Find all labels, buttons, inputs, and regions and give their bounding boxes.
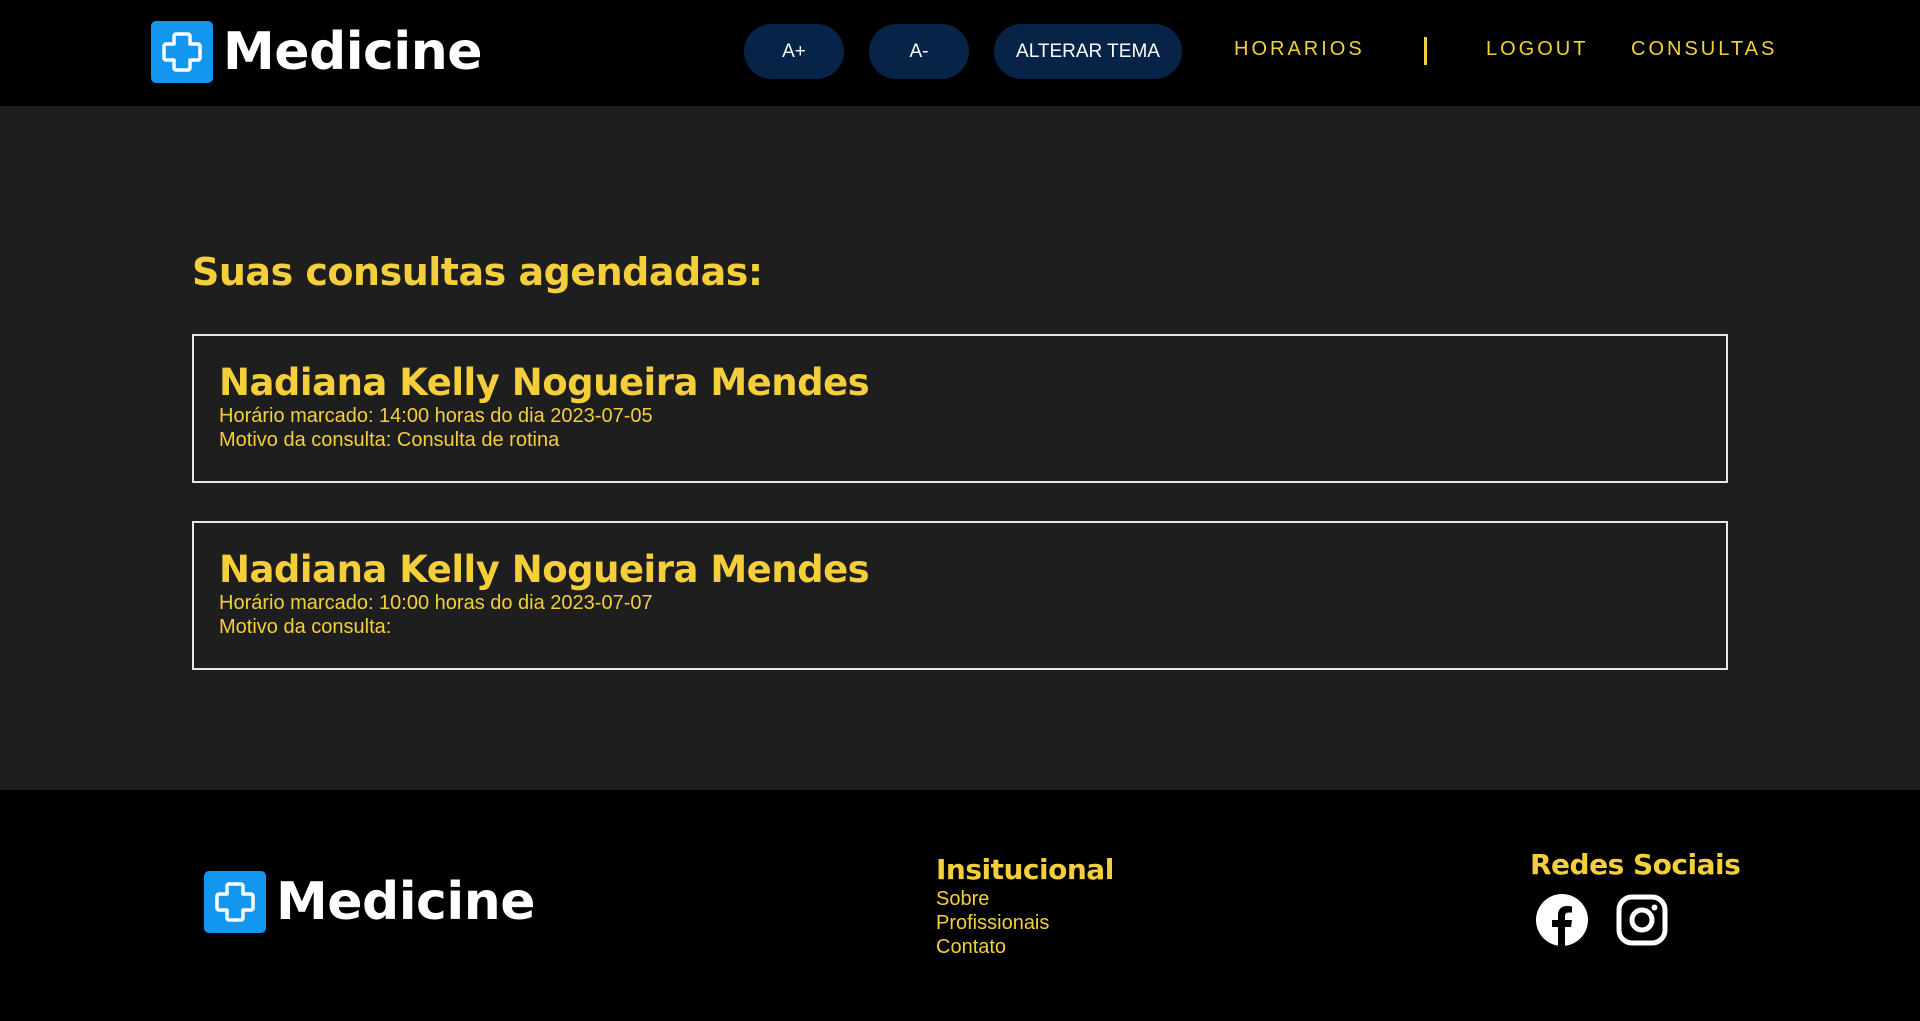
footer-link-sobre[interactable]: Sobre xyxy=(936,887,1049,911)
appointment-schedule: Horário marcado: 10:00 horas do dia 2023… xyxy=(219,592,653,614)
header-logo[interactable]: Medicine xyxy=(151,21,483,83)
page-title: Suas consultas agendadas: xyxy=(192,250,763,294)
nav-horarios[interactable]: HORARIOS xyxy=(1234,38,1365,61)
instagram-icon[interactable] xyxy=(1615,893,1669,947)
social-title: Redes Sociais xyxy=(1530,848,1741,881)
medical-cross-icon xyxy=(204,871,266,933)
toggle-theme-button[interactable]: ALTERAR TEMA xyxy=(994,24,1182,79)
footer-link-profissionais[interactable]: Profissionais xyxy=(936,911,1049,935)
facebook-icon[interactable] xyxy=(1535,893,1589,947)
institutional-title: Insitucional xyxy=(936,853,1114,886)
appointment-reason: Motivo da consulta: Consulta de rotina xyxy=(219,429,560,451)
institutional-links: Sobre Profissionais Contato xyxy=(936,887,1049,959)
appointment-reason: Motivo da consulta: xyxy=(219,616,392,638)
medical-cross-icon xyxy=(151,21,213,83)
appointment-schedule: Horário marcado: 14:00 horas do dia 2023… xyxy=(219,405,653,427)
site-footer: Medicine Insitucional Sobre Profissionai… xyxy=(0,790,1920,1021)
nav-separator xyxy=(1424,37,1427,65)
logo-text: Medicine xyxy=(276,872,536,932)
decrease-font-button[interactable]: A- xyxy=(869,24,969,79)
nav-consultas[interactable]: CONSULTAS xyxy=(1631,38,1777,61)
appointment-card: Nadiana Kelly Nogueira Mendes Horário ma… xyxy=(192,521,1728,670)
appointment-patient-name: Nadiana Kelly Nogueira Mendes xyxy=(219,361,870,404)
appointment-patient-name: Nadiana Kelly Nogueira Mendes xyxy=(219,548,870,591)
appointment-card: Nadiana Kelly Nogueira Mendes Horário ma… xyxy=(192,334,1728,483)
nav-logout[interactable]: LOGOUT xyxy=(1486,38,1588,61)
site-header: Medicine A+ A- ALTERAR TEMA HORARIOS LOG… xyxy=(0,0,1920,106)
footer-link-contato[interactable]: Contato xyxy=(936,935,1049,959)
increase-font-button[interactable]: A+ xyxy=(744,24,844,79)
footer-logo[interactable]: Medicine xyxy=(204,871,536,933)
logo-text: Medicine xyxy=(223,22,483,82)
